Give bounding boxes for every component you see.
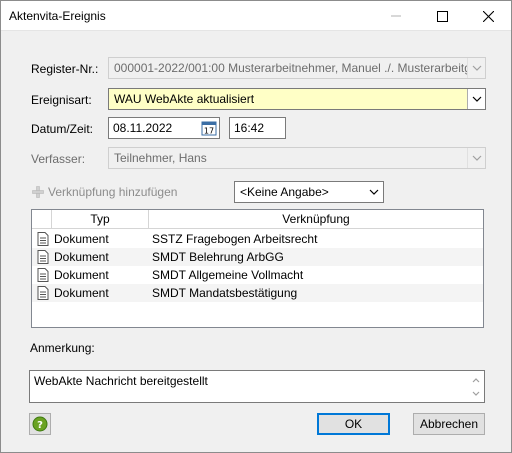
table-row[interactable]: Dokument SSTZ Fragebogen Arbeitsrecht [32,230,483,248]
document-icon [37,268,49,282]
register-label: Register-Nr.: [31,62,99,76]
plus-icon [32,186,44,198]
ok-button[interactable]: OK [317,413,390,435]
register-dropdown-button[interactable] [467,58,485,78]
cell-typ: Dokument [54,232,109,246]
date-value: 08.11.2022 [113,121,173,135]
cell-verknuepfung: SMDT Allgemeine Vollmacht [152,268,304,282]
scroll-down-icon[interactable] [468,387,484,401]
svg-text:17: 17 [204,127,214,136]
close-button[interactable] [465,1,511,31]
verfasser-dropdown-button[interactable] [467,148,485,168]
svg-text:?: ? [37,420,43,431]
verfasser-value: Teilnehmer, Hans [114,151,207,165]
scroll-up-icon[interactable] [468,373,484,387]
ereignisart-select[interactable]: WAU WebAkte aktualisiert [108,88,486,110]
cell-typ: Dokument [54,268,109,282]
close-icon [482,10,494,22]
document-icon [37,250,49,264]
link-type-dropdown-button[interactable] [365,182,383,202]
maximize-button[interactable] [419,1,465,31]
calendar-icon[interactable]: 17 [201,120,217,136]
cell-typ: Dokument [54,286,109,300]
link-type-value: <Keine Angabe> [240,185,329,199]
column-header-verknuepfung[interactable]: Verknüpfung [149,210,483,229]
minimize-icon [391,15,401,17]
textarea-scrollbar[interactable] [468,371,484,402]
add-link-label: Verknüpfung hinzufügen [48,185,178,199]
minimize-button[interactable] [373,1,419,31]
dialog-window: Aktenvita-Ereignis Register-Nr.: 000001-… [0,0,512,453]
ereignisart-label: Ereignisart: [31,93,92,107]
title-bar: Aktenvita-Ereignis [1,1,511,31]
document-icon [37,286,49,300]
chevron-down-icon [369,189,379,195]
time-field[interactable]: 16:42 [229,117,286,139]
verfasser-select[interactable]: Teilnehmer, Hans [108,147,486,169]
register-select[interactable]: 000001-2022/001:00 Musterarbeitnehmer, M… [108,57,486,79]
cell-verknuepfung: SMDT Mandatsbestätigung [152,286,298,300]
verfasser-label: Verfasser: [31,152,86,166]
link-table[interactable]: Typ Verknüpfung Dokument SSTZ Fragebogen… [31,209,484,328]
cell-typ: Dokument [54,250,109,264]
column-header-typ[interactable]: Typ [52,210,149,229]
chevron-down-icon [472,65,481,71]
document-icon [37,232,49,246]
datum-label: Datum/Zeit: [31,122,94,136]
window-title: Aktenvita-Ereignis [9,9,106,23]
help-button[interactable]: ? [29,413,51,435]
ereignisart-dropdown-button[interactable] [467,89,485,109]
date-field[interactable]: 08.11.2022 17 [108,117,220,139]
ereignisart-value: WAU WebAkte aktualisiert [114,92,255,106]
cell-verknuepfung: SMDT Belehrung ArbGG [152,250,284,264]
anmerkung-label: Anmerkung: [30,341,95,355]
anmerkung-textarea[interactable]: WebAkte Nachricht bereitgestellt [29,370,485,403]
register-value: 000001-2022/001:00 Musterarbeitnehmer, M… [114,61,486,75]
time-value: 16:42 [234,121,265,135]
table-header: Typ Verknüpfung [32,210,483,229]
link-type-select[interactable]: <Keine Angabe> [234,181,384,203]
help-icon: ? [32,416,48,432]
chevron-down-icon [472,96,481,102]
table-row[interactable]: Dokument SMDT Belehrung ArbGG [32,248,483,266]
add-link-button[interactable]: Verknüpfung hinzufügen [32,185,177,199]
cancel-button[interactable]: Abbrechen [413,413,485,435]
chevron-down-icon [472,155,481,161]
anmerkung-value: WebAkte Nachricht bereitgestellt [34,374,208,388]
table-row[interactable]: Dokument SMDT Mandatsbestätigung [32,284,483,302]
cell-verknuepfung: SSTZ Fragebogen Arbeitsrecht [152,232,318,246]
maximize-icon [436,10,448,22]
row-header-cell [32,210,52,229]
table-row[interactable]: Dokument SMDT Allgemeine Vollmacht [32,266,483,284]
